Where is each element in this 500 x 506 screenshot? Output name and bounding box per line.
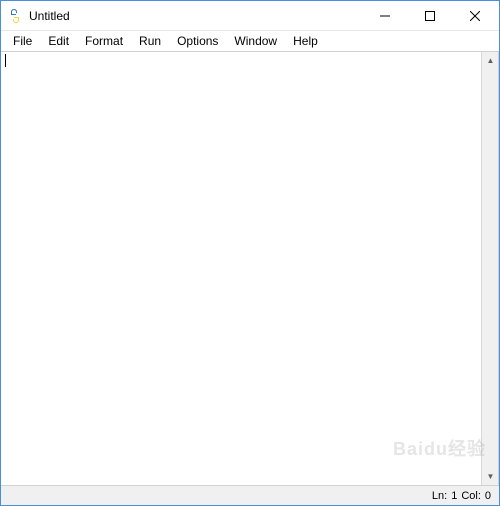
status-col-value: 0 (485, 490, 491, 502)
menu-options[interactable]: Options (169, 32, 226, 50)
text-cursor (5, 54, 6, 67)
menu-run[interactable]: Run (131, 32, 169, 50)
status-line-label: Ln: (432, 490, 447, 502)
vertical-scrollbar[interactable]: ▲ ▼ (481, 52, 498, 485)
editor-area: ▲ ▼ Baidu经验 (1, 52, 499, 485)
app-icon (7, 8, 23, 24)
scroll-down-icon[interactable]: ▼ (482, 468, 499, 485)
close-button[interactable] (452, 2, 497, 30)
statusbar: Ln: 1 Col: 0 (1, 485, 499, 505)
menubar: File Edit Format Run Options Window Help (1, 31, 499, 52)
window-controls (362, 2, 497, 30)
minimize-button[interactable] (362, 2, 407, 30)
menu-window[interactable]: Window (226, 32, 285, 50)
titlebar: Untitled (1, 1, 499, 31)
menu-file[interactable]: File (5, 32, 40, 50)
window-title: Untitled (29, 9, 362, 23)
status-col-label: Col: (461, 490, 481, 502)
menu-help[interactable]: Help (285, 32, 326, 50)
scroll-up-icon[interactable]: ▲ (482, 52, 499, 69)
maximize-button[interactable] (407, 2, 452, 30)
code-editor[interactable] (1, 52, 481, 485)
menu-format[interactable]: Format (77, 32, 131, 50)
status-line-value: 1 (451, 490, 457, 502)
menu-edit[interactable]: Edit (40, 32, 77, 50)
